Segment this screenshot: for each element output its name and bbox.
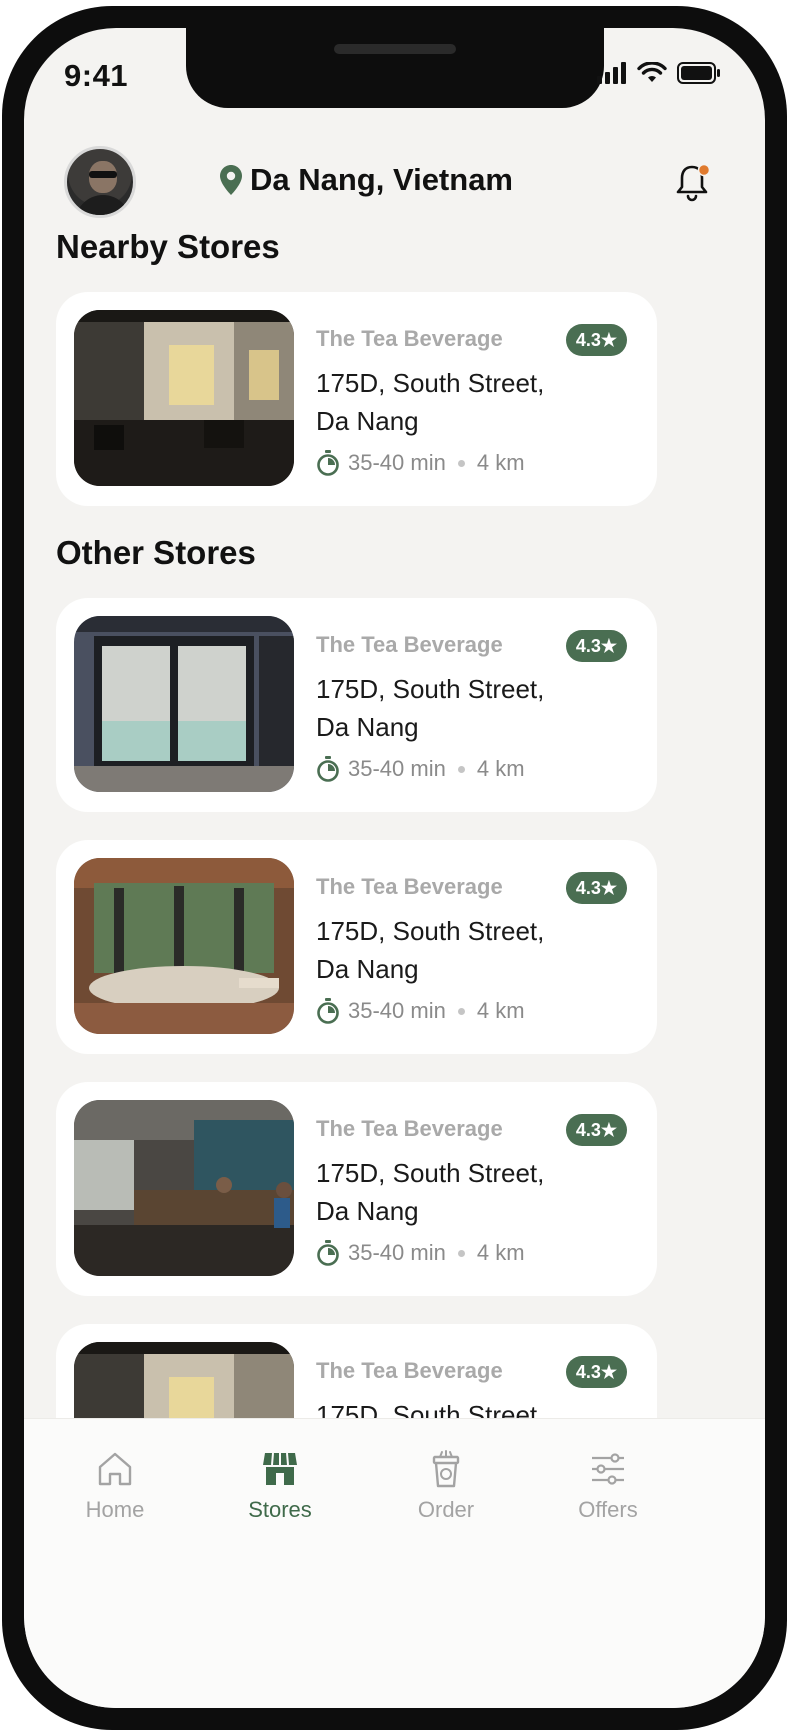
nearby-store-card[interactable]: The Tea Beverage 175D, South Street, Da …: [56, 292, 657, 506]
store-photo-scene: [74, 616, 294, 792]
home-icon: [98, 1452, 132, 1486]
rating-badge: 4.3★: [565, 872, 627, 904]
store-brand: The Tea Beverage: [316, 1358, 503, 1383]
tab-home[interactable]: Home: [55, 1449, 175, 1523]
rating-badge: 4.3★: [565, 1356, 627, 1388]
store-meta: 35-40 min 4 km: [316, 1240, 525, 1266]
store-distance: 4 km: [476, 1240, 525, 1265]
delivery-time: 35-40 min: [348, 756, 446, 781]
store-photo: [74, 858, 294, 1034]
speaker: [334, 44, 456, 54]
delivery-time: 35-40 min: [348, 450, 446, 475]
avatar-sunglasses: [89, 171, 117, 178]
phone-frame: 9:41 Da Nang, Vietnam Nearby Stores The …: [2, 6, 787, 1730]
store-card[interactable]: The Tea Beverage 175D, South Street, Da …: [56, 598, 657, 812]
store-photo: [74, 1100, 294, 1276]
tab-label: Order: [417, 1497, 475, 1522]
store-distance: 4 km: [476, 998, 525, 1023]
delivery-time: 35-40 min: [348, 1240, 446, 1265]
app-screen: 9:41 Da Nang, Vietnam Nearby Stores The …: [24, 28, 765, 1708]
bottom-tab-bar: Home Stores Order Offers: [24, 1418, 765, 1708]
signal-icon: [597, 62, 626, 84]
wifi-icon: [637, 62, 667, 82]
store-brand: The Tea Beverage: [316, 326, 503, 351]
store-brand: The Tea Beverage: [316, 632, 503, 657]
location-pin-icon: [220, 165, 242, 195]
store-address: 175D, South Street, Da Nang: [316, 1158, 545, 1226]
rating-badge: 4.3★: [565, 1114, 627, 1146]
store-photo-scene: [74, 1100, 294, 1276]
store-photo-scene: [74, 310, 294, 486]
store-address: 175D, South Street, Da Nang: [316, 916, 545, 984]
status-icons: [597, 62, 721, 84]
location-selector[interactable]: Da Nang, Vietnam: [220, 162, 513, 198]
store-photo: [74, 616, 294, 792]
tab-label: Stores: [248, 1497, 312, 1522]
avatar-body: [75, 195, 131, 215]
nearby-stores-title: Nearby Stores: [56, 228, 280, 265]
cup-icon: [432, 1450, 460, 1488]
notification-button[interactable]: [675, 162, 713, 207]
timer-icon: [317, 998, 339, 1024]
tab-order[interactable]: Order: [386, 1449, 506, 1523]
store-brand: The Tea Beverage: [316, 1116, 503, 1141]
store-distance: 4 km: [476, 756, 525, 781]
separator-dot: [457, 765, 465, 773]
notch: [186, 28, 604, 108]
store-address: 175D, South Street, Da Nang: [316, 674, 545, 742]
separator-dot: [457, 1007, 465, 1015]
other-stores-title: Other Stores: [56, 534, 256, 571]
store-meta: 35-40 min 4 km: [316, 998, 525, 1024]
timer-icon: [317, 450, 339, 476]
bell-icon: [676, 163, 711, 202]
store-icon: [263, 1452, 297, 1485]
store-address: 175D, South Street, Da Nang: [316, 368, 545, 436]
store-card[interactable]: The Tea Beverage 175D, South Street, Da …: [56, 840, 657, 1054]
store-photo-scene: [74, 858, 294, 1034]
sliders-icon: [592, 1453, 624, 1485]
timer-icon: [317, 756, 339, 782]
avatar[interactable]: [64, 146, 136, 218]
separator-dot: [457, 1249, 465, 1257]
battery-icon: [677, 62, 720, 84]
store-card[interactable]: The Tea Beverage 175D, South Street, Da …: [56, 1082, 657, 1296]
header: Da Nang, Vietnam: [24, 128, 765, 238]
tab-offers[interactable]: Offers: [548, 1449, 668, 1523]
store-meta: 35-40 min 4 km: [316, 450, 525, 476]
location-text: Da Nang, Vietnam: [250, 162, 514, 197]
rating-badge: 4.3★: [565, 324, 627, 356]
timer-icon: [317, 1240, 339, 1266]
store-meta: 35-40 min 4 km: [316, 756, 525, 782]
rating-badge: 4.3★: [565, 630, 627, 662]
tab-stores[interactable]: Stores: [220, 1449, 340, 1523]
store-brand: The Tea Beverage: [316, 874, 503, 899]
tab-label: Offers: [578, 1497, 638, 1522]
delivery-time: 35-40 min: [348, 998, 446, 1023]
separator-dot: [457, 459, 465, 467]
store-distance: 4 km: [476, 450, 525, 475]
store-photo: [74, 310, 294, 486]
status-time: 9:41: [64, 58, 129, 93]
tab-label: Home: [85, 1497, 145, 1522]
